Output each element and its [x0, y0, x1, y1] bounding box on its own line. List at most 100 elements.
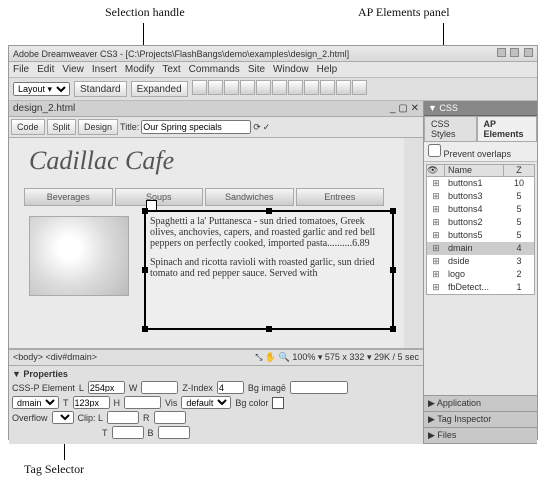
selected-ap-div[interactable]: Spaghetti a la' Puttanesca - sun dried t… [144, 210, 394, 330]
callout-selection-handle: Selection handle [105, 5, 185, 20]
ap-element-row[interactable]: ⊞buttons55 [427, 229, 534, 242]
vis-icon[interactable]: ⊞ [427, 256, 445, 267]
menu-view[interactable]: View [62, 64, 84, 75]
doc-toolbar: Code Split Design Title: ⟳ ✓ [9, 117, 423, 138]
side-panels: ▼ CSS CSS Styles AP Elements Prevent ove… [424, 101, 537, 444]
menu-text[interactable]: Text [162, 64, 180, 75]
vis-icon[interactable]: ⊞ [427, 191, 445, 202]
insert-category[interactable]: Layout ▾ [13, 82, 70, 96]
ap-element-row[interactable]: ⊞buttons110 [427, 177, 534, 190]
row-z: 1 [504, 282, 534, 293]
menu-help[interactable]: Help [317, 64, 338, 75]
tab-css-styles[interactable]: CSS Styles [424, 116, 477, 142]
menu-file[interactable]: File [13, 64, 29, 75]
clip-t[interactable] [112, 426, 144, 439]
para: Spaghetti a la' Puttanesca - sun dried t… [146, 212, 392, 253]
view-design[interactable]: Design [78, 119, 118, 135]
clip-b[interactable] [158, 426, 190, 439]
insert-icon[interactable] [304, 80, 319, 95]
vis-icon[interactable]: ⊞ [427, 204, 445, 215]
H-field[interactable] [124, 396, 161, 409]
row-name: buttons2 [445, 217, 504, 228]
nav-item[interactable]: Sandwiches [205, 188, 294, 206]
menu-modify[interactable]: Modify [125, 64, 154, 75]
props-header[interactable]: ▼ Properties [12, 369, 420, 379]
nav-item[interactable]: Entrees [296, 188, 385, 206]
W-field[interactable] [141, 381, 178, 394]
layout-expanded[interactable]: Expanded [131, 81, 188, 97]
ap-element-row[interactable]: ⊞buttons45 [427, 203, 534, 216]
T-field[interactable] [73, 396, 110, 409]
eye-col[interactable]: 👁 [427, 165, 445, 176]
insert-icon[interactable] [272, 80, 287, 95]
vis-select[interactable]: default [181, 396, 231, 409]
clip-l[interactable] [107, 411, 139, 424]
L-field[interactable] [88, 381, 125, 394]
vis-icon[interactable]: ⊞ [427, 282, 445, 293]
nav-item[interactable]: Beverages [24, 188, 113, 206]
food-image [29, 216, 129, 296]
ap-element-row[interactable]: ⊞buttons35 [427, 190, 534, 203]
menu-edit[interactable]: Edit [37, 64, 54, 75]
bgcolor-swatch[interactable] [272, 397, 284, 409]
design-view[interactable]: Cadillac Cafe Beverages Soups Sandwiches… [9, 138, 423, 349]
ap-element-row[interactable]: ⊞buttons25 [427, 216, 534, 229]
bgimg-field[interactable] [290, 381, 348, 394]
overflow-select[interactable] [52, 411, 74, 424]
clip-r[interactable] [154, 411, 186, 424]
prevent-overlaps-check[interactable] [428, 144, 441, 157]
name-col[interactable]: Name [445, 165, 504, 176]
ap-element-row[interactable]: ⊞fbDetect...1 [427, 281, 534, 294]
layout-standard[interactable]: Standard [74, 81, 127, 97]
insert-icon[interactable] [240, 80, 255, 95]
menu-commands[interactable]: Commands [189, 64, 240, 75]
view-split[interactable]: Split [47, 119, 77, 135]
row-z: 2 [504, 269, 534, 280]
vis-icon[interactable]: ⊞ [427, 243, 445, 254]
toolbar-icon[interactable]: ⟳ [253, 122, 261, 133]
doc-tab[interactable]: design_2.html _ ▢ ✕ [9, 101, 423, 117]
vis-icon[interactable]: ⊞ [427, 217, 445, 228]
ap-elements-list: 👁 Name Z ⊞buttons110⊞buttons35⊞buttons45… [426, 164, 535, 295]
insert-icon[interactable] [208, 80, 223, 95]
menu-site[interactable]: Site [248, 64, 265, 75]
doc-tab-label: design_2.html [13, 103, 75, 114]
z-col[interactable]: Z [504, 165, 534, 176]
title-field[interactable] [141, 120, 251, 134]
close-button[interactable] [524, 48, 533, 57]
zindex-field[interactable] [217, 381, 244, 394]
insert-icon[interactable] [192, 80, 207, 95]
css-panel-header[interactable]: ▼ CSS [424, 101, 537, 116]
insert-icon[interactable] [224, 80, 239, 95]
panel-application[interactable]: ▶ Application [424, 396, 537, 412]
insert-icon[interactable] [288, 80, 303, 95]
vis-icon[interactable]: ⊞ [427, 269, 445, 280]
menu-insert[interactable]: Insert [92, 64, 117, 75]
tag-selector[interactable]: <body> <div#dmain> [13, 352, 97, 363]
row-z: 4 [504, 243, 534, 254]
ap-element-row[interactable]: ⊞dside3 [427, 255, 534, 268]
panel-files[interactable]: ▶ Files [424, 428, 537, 444]
insert-icon[interactable] [336, 80, 351, 95]
logo-text: Cadillac Cafe [29, 146, 174, 176]
insert-icon[interactable] [256, 80, 271, 95]
title-label: Title: [120, 122, 139, 132]
id-select[interactable]: dmain [12, 396, 59, 409]
toolbar-icon[interactable]: ✓ [263, 122, 271, 133]
ap-element-row[interactable]: ⊞logo2 [427, 268, 534, 281]
vis-icon[interactable]: ⊞ [427, 230, 445, 241]
app-window: Adobe Dreamweaver CS3 - [C:\Projects\Fla… [8, 45, 538, 440]
menu-window[interactable]: Window [273, 64, 309, 75]
insert-icon[interactable] [320, 80, 335, 95]
panel-tag-inspector[interactable]: ▶ Tag Inspector [424, 412, 537, 428]
ap-element-row[interactable]: ⊞dmain4 [427, 242, 534, 255]
vis-icon[interactable]: ⊞ [427, 178, 445, 189]
element-kind: CSS-P Element [12, 383, 75, 393]
prevent-overlaps-label: Prevent overlaps [444, 149, 512, 159]
min-button[interactable] [497, 48, 506, 57]
insert-icon[interactable] [352, 80, 367, 95]
max-button[interactable] [510, 48, 519, 57]
view-code[interactable]: Code [11, 119, 45, 135]
nav-item[interactable]: Soups [115, 188, 204, 206]
tab-ap-elements[interactable]: AP Elements [477, 116, 537, 142]
